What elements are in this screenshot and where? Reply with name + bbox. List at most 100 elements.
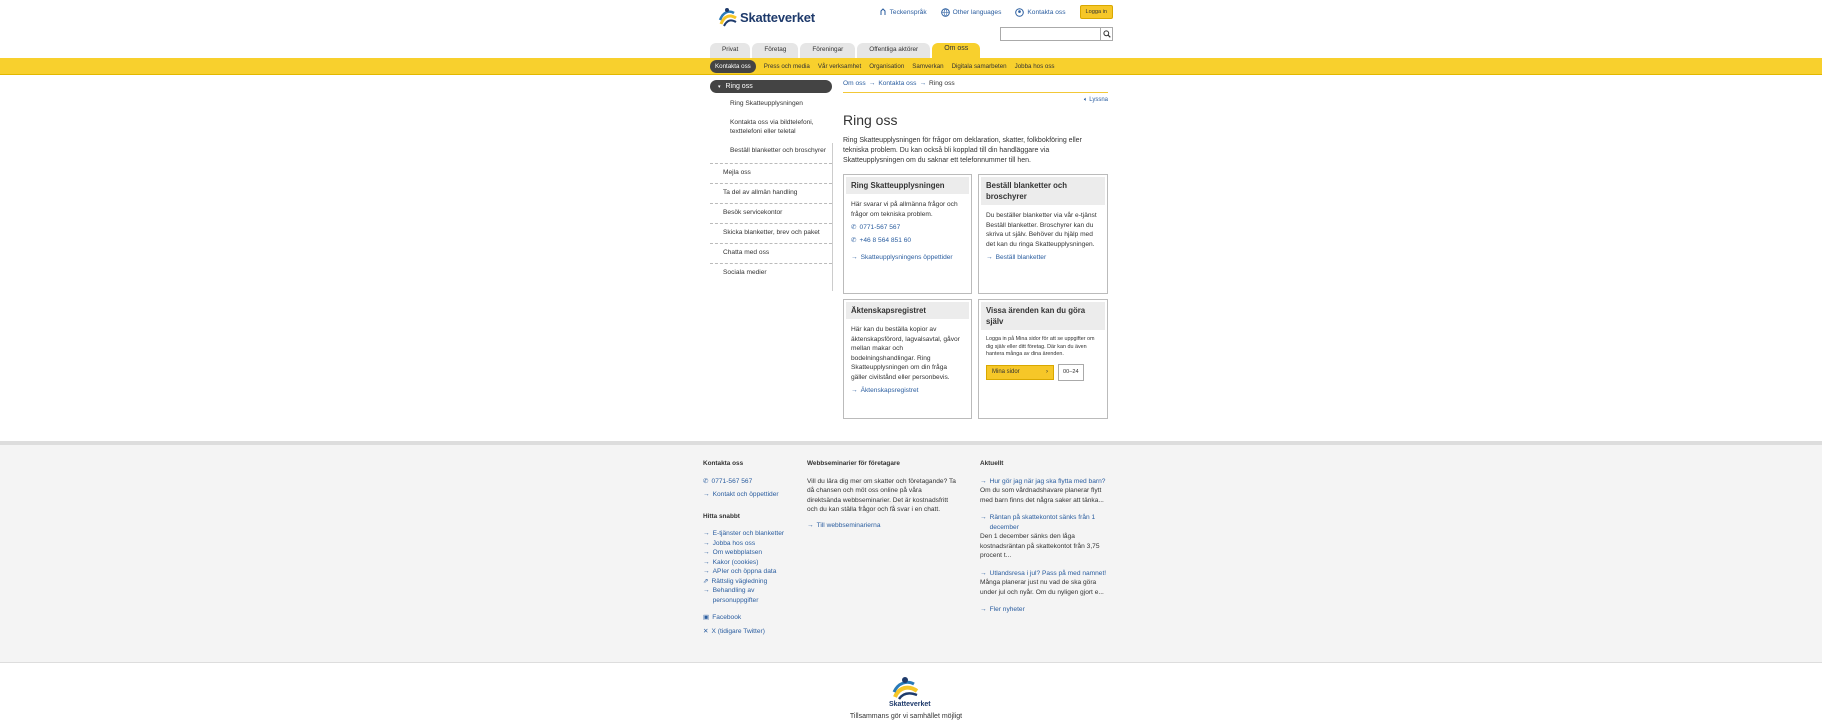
link-label: Behandling av personuppgifter [712,587,759,604]
card-aktenskapsregistret: Äktenskapsregistret Här kan du beställa … [843,299,972,419]
subnav-organisation[interactable]: Organisation [869,63,904,70]
breadcrumb-om-oss[interactable]: Om oss [843,80,866,87]
tab-privat[interactable]: Privat [710,43,751,58]
site-footer: Kontakta oss ✆ 0771-567 567 → Kontakt oc… [0,445,1822,663]
arrow-right-icon: → [980,569,987,577]
footer-facebook-link[interactable]: ▣ Facebook [703,613,798,623]
chevron-right-icon: › [1046,368,1048,375]
contact-icon [1015,7,1025,17]
arrow-right-icon: → [703,530,710,537]
subnav-digitala-samarbeten[interactable]: Digitala samarbeten [952,63,1007,70]
leftnav-item-servicekontor[interactable]: Besök servicekontor [710,204,832,224]
news-title-link[interactable]: → Hur gör jag när jag ska flytta med barn… [980,477,1113,487]
arrow-right-icon: → [703,568,710,575]
phone-number: +46 8 564 851 60 [859,236,912,244]
arrow-right-icon: → [980,514,987,521]
listen-label: Lyssna [1089,97,1108,103]
breadcrumb-kontakta-oss[interactable]: Kontakta oss [878,80,916,87]
news-description: Många planerar just nu vad de ska göra u… [980,579,1104,596]
leftnav-subitem-bildtelefoni[interactable]: Kontakta oss via bildtelefoni, texttelef… [710,113,832,141]
leftnav-subitem-ring-skatteupplysningen[interactable]: Ring Skatteupplysningen [710,93,832,113]
phone-icon: ✆ [703,477,709,485]
subnav-kontakta-oss[interactable]: Kontakta oss [710,60,756,73]
news-title-link[interactable]: → Räntan på skattekontot sänks från 1 dec… [980,513,1113,532]
opening-hours-link[interactable]: → Skatteupplysningens öppettider [851,253,964,263]
top-links: Teckenspråk Other languages Kontakta oss… [879,5,1113,19]
aktenskapsregistret-link[interactable]: → Äktenskapsregistret [851,386,964,396]
card-title: Ring Skatteupplysningen [846,177,969,194]
search-bar [1000,27,1113,41]
subnav-press-och-media[interactable]: Press och media [764,63,810,70]
arrow-right-icon: → [703,491,710,498]
top-link-other-languages[interactable]: Other languages [940,7,1001,17]
footer-heading: Hitta snabbt [703,512,740,520]
leftnav-current-label: Ring oss [725,83,753,90]
mina-sidor-button[interactable]: Mina sidor › [986,364,1054,380]
subnav-samverkan[interactable]: Samverkan [912,63,943,70]
tab-foreningar[interactable]: Föreningar [800,43,856,58]
search-button[interactable] [1101,27,1113,41]
chevron-down-icon: ▾ [718,84,721,90]
top-link-contact[interactable]: Kontakta oss [1015,7,1066,17]
page: Skatteverket Teckenspråk Other languages… [0,0,1822,728]
tab-om-oss[interactable]: Om oss [932,43,981,58]
link-label: Skatteupplysningens öppettider [860,254,953,261]
speaker-icon: 🔈︎ [1083,97,1088,103]
listen-button[interactable]: 🔈︎ Lyssna [843,97,1108,104]
arrow-right-icon: → [703,558,710,566]
x-icon: ✕ [703,627,709,635]
card-title: Äktenskapsregistret [846,302,969,319]
card-title: Vissa ärenden kan du göra själv [981,302,1105,330]
search-icon [1102,30,1111,38]
phone-link-2[interactable]: ✆ +46 8 564 851 60 [851,236,964,246]
footer-phone-link[interactable]: ✆ 0771-567 567 [703,477,798,487]
leftnav-item-skicka-blanketter[interactable]: Skicka blanketter, brev och paket [710,224,832,244]
subnav-jobba-hos-oss[interactable]: Jobba hos oss [1015,63,1055,70]
slogan: Tillsammans gör vi samhället möjligt [849,713,963,720]
footer-link[interactable]: → Jobba hos oss [703,539,798,549]
main-tabs: Privat Företag Föreningar Offentliga akt… [710,43,981,58]
news-title-link[interactable]: → Utlandsresa i jul? Pass på med namnet! [980,569,1113,579]
more-news-link[interactable]: → Fler nyheter [980,605,1113,615]
link-label: Äktenskapsregistret [860,387,919,394]
sign-language-icon [879,8,887,16]
bottom-logo[interactable]: Skatteverket [889,675,931,708]
tab-foretag[interactable]: Företag [752,43,799,58]
link-label: Räntan på skattekontot sänks från 1 dece… [989,514,1096,531]
top-link-label: Kontakta oss [1027,8,1066,16]
leftnav-item-sociala-medier[interactable]: Sociala medier [710,264,832,284]
leftnav-current-item[interactable]: ▾ Ring oss [710,80,832,93]
footer-contact-hours-link[interactable]: → Kontakt och öppettider [703,490,798,500]
link-label: Utlandsresa i jul? Pass på med namnet! [989,569,1107,577]
phone-link-1[interactable]: ✆ 0771-567 567 [851,223,964,233]
top-link-sign-language[interactable]: Teckenspråk [879,8,927,16]
tab-offentliga-aktorer[interactable]: Offentliga aktörer [857,43,931,58]
leftnav-item-chatta[interactable]: Chatta med oss [710,244,832,264]
skatteverket-logo[interactable]: Skatteverket [718,6,815,28]
footer-x-link[interactable]: ✕ X (tidigare Twitter) [703,627,798,637]
footer-link[interactable]: → Om webbplatsen [703,548,798,558]
footer-webinars-link[interactable]: → Till webbseminarierna [807,521,957,531]
link-label: X (tidigare Twitter) [711,627,765,635]
bestall-blanketter-link[interactable]: → Beställ blanketter [986,253,1100,263]
leftnav-item-mejla-oss[interactable]: Mejla oss [710,164,832,184]
link-label: APIer och öppna data [712,568,777,575]
subnav-var-verksamhet[interactable]: Vår verksamhet [818,63,861,70]
link-label: Kakor (cookies) [712,558,759,566]
footer-link[interactable]: → Behandling av personuppgifter [703,586,798,605]
link-label: Fler nyheter [989,606,1025,613]
search-input[interactable] [1000,27,1101,41]
bottom-logo-text: Skatteverket [889,701,931,708]
leftnav-subitem-bestall-blanketter[interactable]: Beställ blanketter och broschyrer [710,141,832,164]
footer-link[interactable]: → APIer och öppna data [703,567,798,577]
phone-icon: ✆ [851,236,857,244]
login-button[interactable]: Logga in [1079,5,1113,19]
card-text: Du beställer blanketter via vår e-tjänst… [986,212,1097,248]
link-label: Till webbseminarierna [816,521,881,529]
footer-link[interactable]: ⇗ Rättslig vägledning [703,577,798,587]
footer-link[interactable]: → Kakor (cookies) [703,558,798,568]
leftnav-item-allman-handling[interactable]: Ta del av allmän handling [710,184,832,204]
footer-col-contact: Kontakta oss ✆ 0771-567 567 → Kontakt oc… [703,459,798,636]
footer-link[interactable]: → E-tjänster och blanketter [703,529,798,539]
logo-text: Skatteverket [740,9,815,25]
